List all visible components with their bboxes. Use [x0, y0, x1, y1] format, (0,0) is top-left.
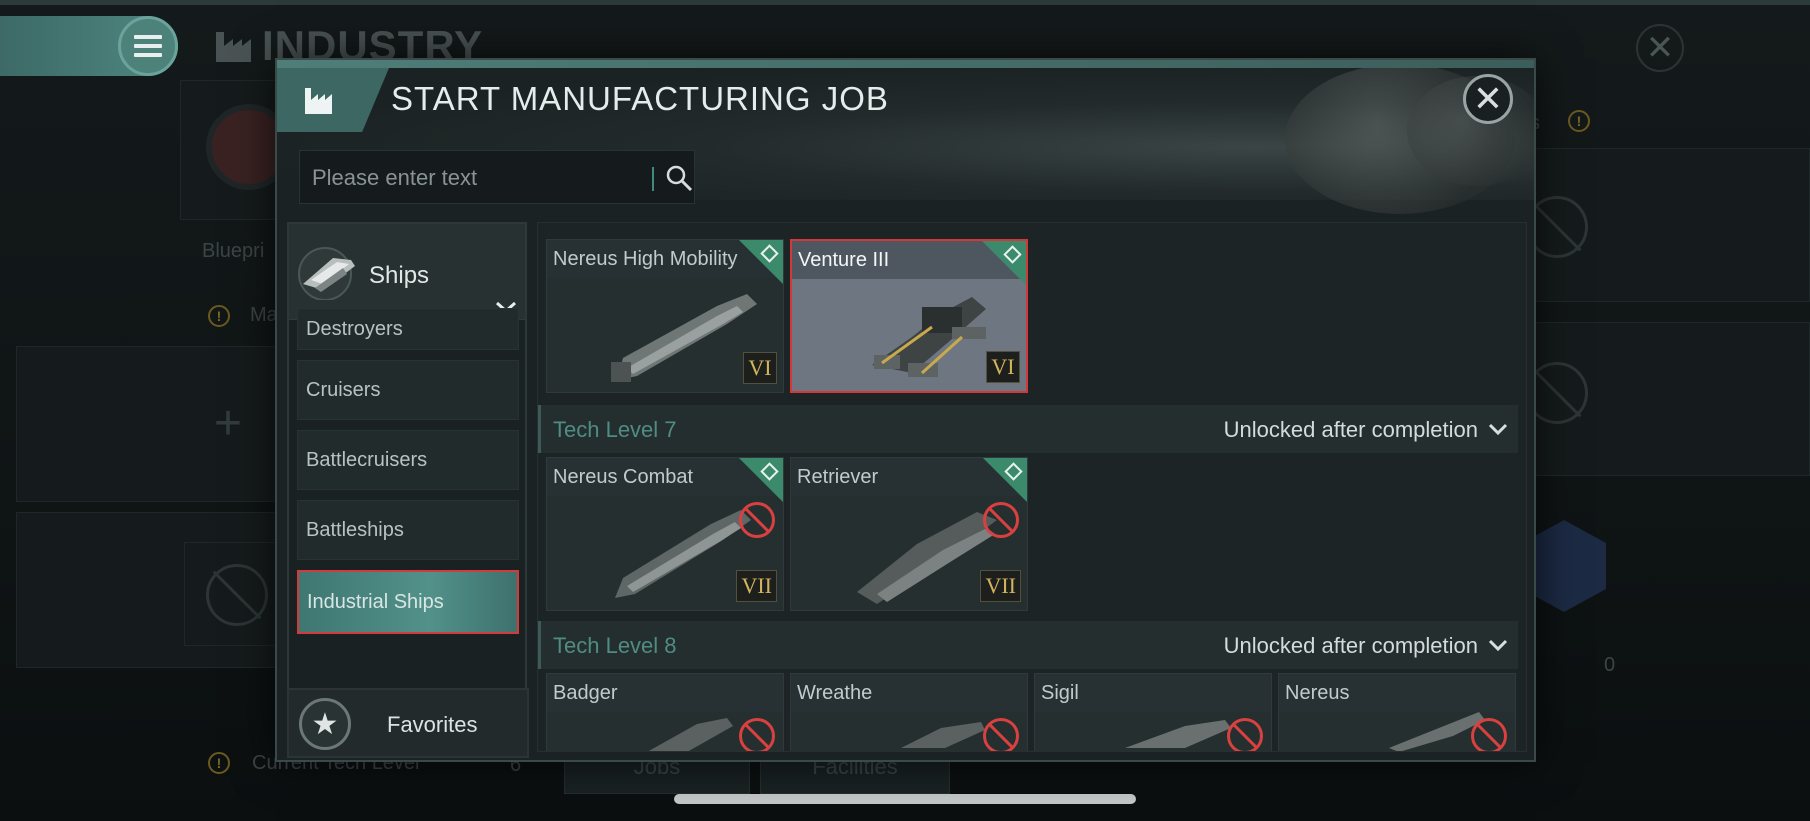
card-name: Venture III — [798, 249, 890, 271]
tech-level-7-header[interactable]: Tech Level 7 Unlocked after completion — [538, 405, 1518, 453]
sidebar-item-industrial-ships[interactable]: Industrial Ships — [297, 570, 519, 634]
blueprint-card-nereus-high-mobility[interactable]: Nereus High Mobility VI — [546, 239, 784, 393]
top-accent-line — [0, 0, 1810, 5]
locked-icon — [983, 502, 1019, 538]
level-badge: VII — [980, 570, 1021, 602]
sidebar-item-battlecruisers[interactable]: Battlecruisers — [297, 430, 519, 490]
warning-icon: ! — [208, 752, 230, 774]
blueprint-card-sigil[interactable]: Sigil — [1034, 673, 1272, 751]
add-icon: + — [214, 397, 243, 450]
card-name: Retriever — [797, 466, 879, 488]
chevron-down-icon — [1488, 423, 1508, 435]
blueprint-grid: Nereus High Mobility VI Venture III VI T… — [537, 222, 1527, 752]
blueprint-card-nereus-combat[interactable]: Nereus Combat VII — [546, 457, 784, 611]
sidebar-item-destroyers[interactable]: Destroyers — [297, 308, 519, 350]
ship-image — [648, 718, 733, 751]
star-icon: ★ — [299, 698, 351, 750]
close-icon[interactable]: ✕ — [1463, 74, 1513, 124]
sidebar-item-label: Battlecruisers — [306, 448, 428, 471]
home-indicator — [674, 794, 1136, 804]
blueprint-card-badger[interactable]: Badger — [546, 673, 784, 751]
hamburger-icon — [134, 44, 162, 48]
search-box — [299, 150, 695, 204]
search-input[interactable] — [312, 159, 632, 197]
card-name: Badger — [553, 682, 618, 704]
locked-icon — [983, 718, 1019, 751]
locked-icon — [206, 564, 268, 626]
level-badge: VI — [743, 352, 777, 384]
tech-level-status: Unlocked after completion — [1223, 417, 1478, 442]
materials-label: Ma — [250, 304, 278, 326]
blueprint-label: Bluepri — [202, 240, 265, 262]
card-name: Nereus High Mobility — [553, 248, 738, 270]
favorites-button[interactable]: ★ Favorites — [287, 688, 529, 758]
blueprint-card-wreathe[interactable]: Wreathe — [790, 673, 1028, 751]
card-name: Wreathe — [797, 682, 873, 704]
blueprint-card-nereus[interactable]: Nereus — [1278, 673, 1516, 751]
dialog-top-accent — [277, 60, 1534, 68]
locked-icon — [739, 502, 775, 538]
locked-icon — [1227, 718, 1263, 751]
diamond-icon — [760, 244, 779, 263]
favorites-label: Favorites — [387, 712, 478, 737]
manufacturing-job-dialog: START MANUFACTURING JOB ✕ Ships Destroye… — [275, 58, 1536, 762]
sidebar-item-battleships[interactable]: Battleships — [297, 500, 519, 560]
tech-level-status: Unlocked after completion — [1223, 633, 1478, 658]
sidebar-item-label: Industrial Ships — [307, 590, 444, 613]
sidebar-item-label: Cruisers — [306, 378, 381, 401]
ship-image — [872, 297, 986, 377]
page-close-icon[interactable]: ✕ — [1636, 24, 1684, 72]
hamburger-icon — [134, 53, 162, 57]
category-sidebar: Ships Destroyers Cruisers Battlecruisers… — [287, 222, 527, 752]
search-icon[interactable] — [664, 163, 694, 193]
sidebar-item-label: Destroyers — [306, 317, 403, 340]
card-name: Nereus — [1285, 682, 1350, 704]
ship-category-icon — [298, 247, 355, 300]
ship-image — [901, 722, 985, 748]
diamond-icon — [1003, 245, 1022, 264]
menu-button[interactable] — [118, 16, 178, 76]
warning-icon: ! — [1568, 110, 1590, 132]
sidebar-item-cruisers[interactable]: Cruisers — [297, 360, 519, 420]
search-divider — [652, 167, 654, 191]
level-badge: VI — [986, 351, 1020, 383]
factory-icon — [216, 32, 251, 62]
warning-icon: ! — [208, 305, 230, 327]
locked-icon — [739, 718, 775, 751]
card-name: Sigil — [1041, 682, 1079, 704]
diamond-icon — [1004, 462, 1023, 481]
chevron-down-icon — [1488, 639, 1508, 651]
dialog-title: START MANUFACTURING JOB — [391, 80, 889, 117]
locked-icon — [1471, 718, 1507, 751]
blueprint-card-venture-iii[interactable]: Venture III VI — [790, 239, 1028, 393]
blueprint-card-retriever[interactable]: Retriever VII — [790, 457, 1028, 611]
tech-level-label: Tech Level 8 — [553, 633, 677, 658]
category-label: Ships — [369, 262, 430, 289]
category-ships[interactable]: Ships — [289, 224, 525, 320]
card-name: Nereus Combat — [553, 466, 694, 488]
factory-icon — [305, 88, 332, 114]
level-badge: VII — [736, 570, 777, 602]
diamond-icon — [760, 462, 779, 481]
right-panel-value: 0 — [1604, 654, 1616, 676]
ship-image — [611, 294, 757, 382]
ship-image — [1125, 720, 1231, 748]
hamburger-icon — [134, 35, 162, 39]
sidebar-item-label: Battleships — [306, 518, 404, 541]
tech-level-8-header[interactable]: Tech Level 8 Unlocked after completion — [538, 621, 1518, 669]
tech-level-label: Tech Level 7 — [553, 417, 677, 442]
